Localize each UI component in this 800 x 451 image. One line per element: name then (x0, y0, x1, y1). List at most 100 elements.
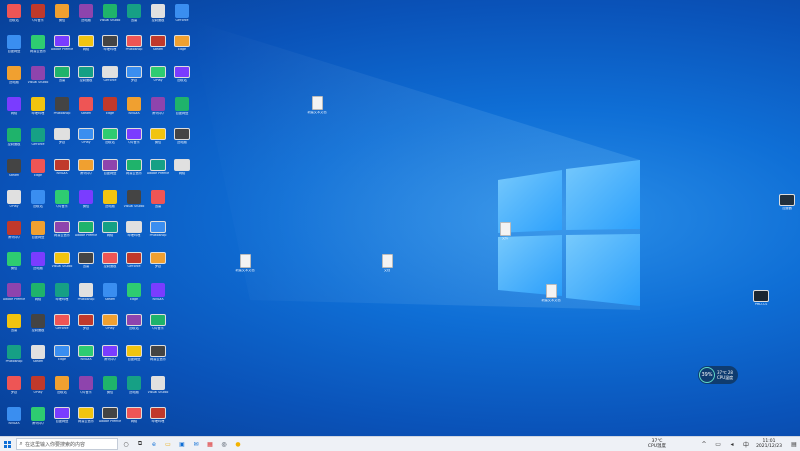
desktop-shortcut[interactable]: UPlay (147, 66, 169, 83)
desktop-shortcut[interactable]: GeForce (99, 66, 121, 83)
desktop-shortcut[interactable]: 哔哩哔哩 (27, 97, 49, 116)
desktop-shortcut[interactable]: 罗技 (75, 314, 97, 331)
desktop-shortcut[interactable]: 控制面板 (75, 66, 97, 83)
desktop-shortcut[interactable]: Photoshop (123, 35, 145, 52)
desktop-shortcut[interactable]: UPlay (75, 128, 97, 145)
file-explorer-icon[interactable]: ▭ (162, 438, 174, 450)
desktop-shortcut[interactable]: 网络 (171, 159, 193, 176)
desktop-shortcut[interactable]: Visual Studio (51, 252, 73, 269)
desktop-shortcut[interactable]: 哔哩哔哩 (51, 283, 73, 302)
desktop-shortcut[interactable]: Steam (75, 97, 97, 116)
desktop-shortcut[interactable]: 腾讯QQ (99, 345, 121, 362)
desktop-shortcut[interactable]: 回收站 (99, 128, 121, 145)
desktop-shortcut[interactable]: 罗技 (51, 128, 73, 145)
task-view-icon[interactable]: ⧉ (134, 438, 146, 450)
desktop-shortcut[interactable]: Edge (171, 35, 193, 52)
desktop-file-4[interactable]: 新建文本文档 (540, 284, 562, 303)
desktop-shortcut[interactable]: 百度网盘 (27, 221, 49, 240)
desktop-shortcut[interactable]: 控制面板 (3, 128, 25, 147)
desktop-shortcut[interactable]: 百度网盘 (51, 407, 73, 424)
desktop-shortcut[interactable]: 哔哩哔哩 (99, 35, 121, 52)
desktop-shortcut[interactable]: 迅雷 (51, 66, 73, 83)
desktop-shortcut[interactable]: GeForce (51, 314, 73, 331)
desktop-shortcut[interactable]: 哔哩哔哩 (123, 221, 145, 238)
start-button[interactable] (0, 437, 14, 451)
desktop-shortcut[interactable]: Edge (123, 283, 145, 302)
desktop[interactable]: 新建文本文档 文件 新建文本文档 新建文本文档 文档 加速器 PMD-CS 39… (0, 0, 800, 436)
desktop-shortcut[interactable]: 腾讯QQ (27, 407, 49, 426)
desktop-shortcut[interactable]: NVIDIA (51, 159, 73, 176)
desktop-shortcut[interactable]: 百度网盘 (99, 159, 121, 176)
desktop-shortcut[interactable]: 百度网盘 (3, 35, 25, 54)
desktop-shortcut[interactable]: 此电脑 (75, 4, 97, 23)
desktop-shortcut[interactable]: 迅雷 (147, 190, 169, 209)
desktop-shortcut[interactable]: 微信 (75, 190, 97, 209)
desktop-shortcut[interactable]: 网易云音乐 (123, 159, 145, 176)
desktop-shortcut[interactable]: 哔哩哔哩 (147, 407, 169, 424)
desktop-shortcut[interactable]: 控制面板 (99, 252, 121, 269)
desktop-shortcut[interactable]: NVIDIA (75, 345, 97, 362)
desktop-shortcut[interactable]: 回收站 (3, 4, 25, 23)
desktop-shortcut[interactable]: 网络 (75, 35, 97, 52)
desktop-shortcut[interactable]: Adobe Premiere (147, 159, 169, 176)
desktop-shortcut[interactable]: 回收站 (51, 376, 73, 395)
desktop-shortcut[interactable]: 腾讯QQ (75, 159, 97, 176)
desktop-shortcut[interactable]: 网易云音乐 (75, 407, 97, 424)
desktop-shortcut[interactable]: NVIDIA (147, 283, 169, 302)
desktop-shortcut[interactable]: Edge (99, 97, 121, 116)
desktop-shortcut[interactable]: 回收站 (27, 190, 49, 209)
desktop-shortcut[interactable]: 微信 (51, 4, 73, 23)
desktop-shortcut[interactable]: 罗技 (147, 252, 169, 269)
volume-icon[interactable]: ◂ (726, 438, 738, 450)
desktop-shortcut[interactable]: UPlay (3, 190, 25, 209)
desktop-file-3[interactable]: 新建文本文档 (234, 254, 256, 273)
desktop-file-5[interactable]: 文档 (376, 254, 398, 273)
desktop-shortcut[interactable]: 微信 (99, 376, 121, 395)
desktop-shortcut[interactable]: NVIDIA (3, 407, 25, 426)
desktop-shortcut[interactable]: 回收站 (123, 314, 145, 331)
mail-icon[interactable]: ✉ (190, 438, 202, 450)
desktop-shortcut[interactable]: GeForce (27, 128, 49, 147)
network-icon[interactable]: ▭ (712, 438, 724, 450)
desktop-shortcut[interactable]: 此电脑 (99, 190, 121, 209)
desktop-shortcut[interactable]: Photoshop (51, 97, 73, 116)
desktop-shortcut[interactable]: 此电脑 (3, 66, 25, 85)
desktop-shortcut[interactable]: Steam (147, 35, 169, 52)
desktop-shortcut[interactable]: 腾讯QQ (3, 221, 25, 240)
desktop-shortcut[interactable]: 此电脑 (27, 252, 49, 271)
desktop-shortcut[interactable]: Adobe Premiere (3, 283, 25, 302)
ime-icon[interactable]: 中 (740, 438, 752, 450)
desktop-shortcut[interactable]: Visual Studio (123, 190, 145, 209)
desktop-shortcut[interactable]: 网络 (27, 283, 49, 302)
desktop-shortcut[interactable]: 网络 (123, 407, 145, 424)
desktop-shortcut[interactable]: 迅雷 (3, 314, 25, 333)
desktop-shortcut[interactable]: 网易云音乐 (27, 35, 49, 54)
desktop-shortcut[interactable]: Edge (27, 159, 49, 178)
desktop-shortcut[interactable]: Visual Studio (99, 4, 121, 23)
desktop-shortcut[interactable]: 回收站 (171, 66, 193, 83)
desktop-shortcut[interactable]: Steam (27, 345, 49, 364)
desktop-shortcut[interactable]: 腾讯QQ (147, 97, 169, 116)
desktop-shortcut[interactable]: Photoshop (75, 283, 97, 302)
desktop-shortcut[interactable]: 网络 (99, 221, 121, 238)
cortana-icon[interactable]: ○ (120, 438, 132, 450)
desktop-shortcut[interactable]: Adobe Premiere (99, 407, 121, 424)
desktop-shortcut[interactable]: 网络 (3, 97, 25, 116)
desktop-shortcut[interactable]: UPlay (99, 314, 121, 331)
desktop-shortcut[interactable]: GeForce (123, 252, 145, 269)
desktop-shortcut[interactable]: 罗技 (123, 66, 145, 83)
desktop-shortcut[interactable]: 罗技 (3, 376, 25, 395)
edge-icon[interactable]: e (148, 438, 160, 450)
desktop-file-1[interactable]: 新建文本文档 (306, 96, 328, 115)
search-box[interactable]: ⌕ 在这里输入你要搜索的内容 (16, 438, 118, 450)
desktop-shortcut[interactable]: Steam (99, 283, 121, 302)
steam-icon[interactable]: ◎ (218, 438, 230, 450)
desktop-shortcut[interactable]: UPlay (27, 376, 49, 395)
desktop-shortcut[interactable]: 迅雷 (75, 252, 97, 269)
store-icon[interactable]: ▣ (176, 438, 188, 450)
tray-weather[interactable]: 37℃ CPU温度 (648, 439, 666, 449)
desktop-shortcut[interactable]: NVIDIA (123, 97, 145, 116)
desktop-shortcut[interactable]: Photoshop (3, 345, 25, 364)
yellow-app-icon[interactable]: ● (232, 438, 244, 450)
desktop-shortcut[interactable]: 微信 (3, 252, 25, 271)
